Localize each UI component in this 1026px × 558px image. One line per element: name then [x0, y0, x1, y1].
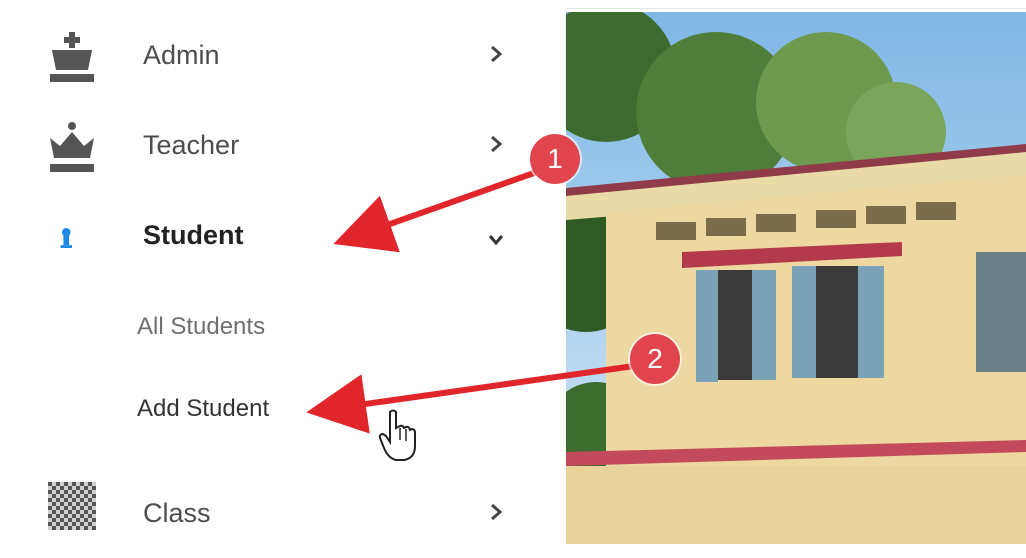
sidebar-item-label: Admin	[143, 40, 220, 70]
sidebar-item-label: Teacher	[143, 130, 240, 160]
chess-pawn-icon	[60, 228, 72, 248]
callout-2-badge: 2	[630, 334, 680, 384]
callout-1-badge: 1	[530, 134, 580, 184]
chess-board-icon	[48, 482, 96, 530]
chess-king-icon	[50, 32, 94, 82]
chevron-down-icon	[488, 235, 504, 246]
school-building-photo	[566, 12, 1026, 544]
chevron-right-icon	[491, 135, 503, 153]
sidebar-item-admin[interactable]: Admin	[0, 12, 566, 102]
submenu-all-students[interactable]: All Students	[137, 313, 265, 341]
submenu-add-student[interactable]: Add Student	[137, 395, 269, 423]
sidebar-item-student[interactable]: Student	[0, 192, 566, 282]
chess-queen-icon	[50, 122, 94, 172]
sidebar-item-label: Class	[143, 498, 211, 528]
sidebar-item-label: Student	[143, 220, 244, 250]
chevron-right-icon	[491, 45, 503, 63]
hand-pointer-cursor-icon	[378, 409, 416, 461]
sidebar-item-class[interactable]: Class	[0, 468, 566, 558]
sidebar-item-teacher[interactable]: Teacher	[0, 102, 566, 192]
chevron-right-icon	[491, 503, 503, 521]
sidebar: Admin Teacher Student All Students Add S…	[0, 0, 566, 544]
